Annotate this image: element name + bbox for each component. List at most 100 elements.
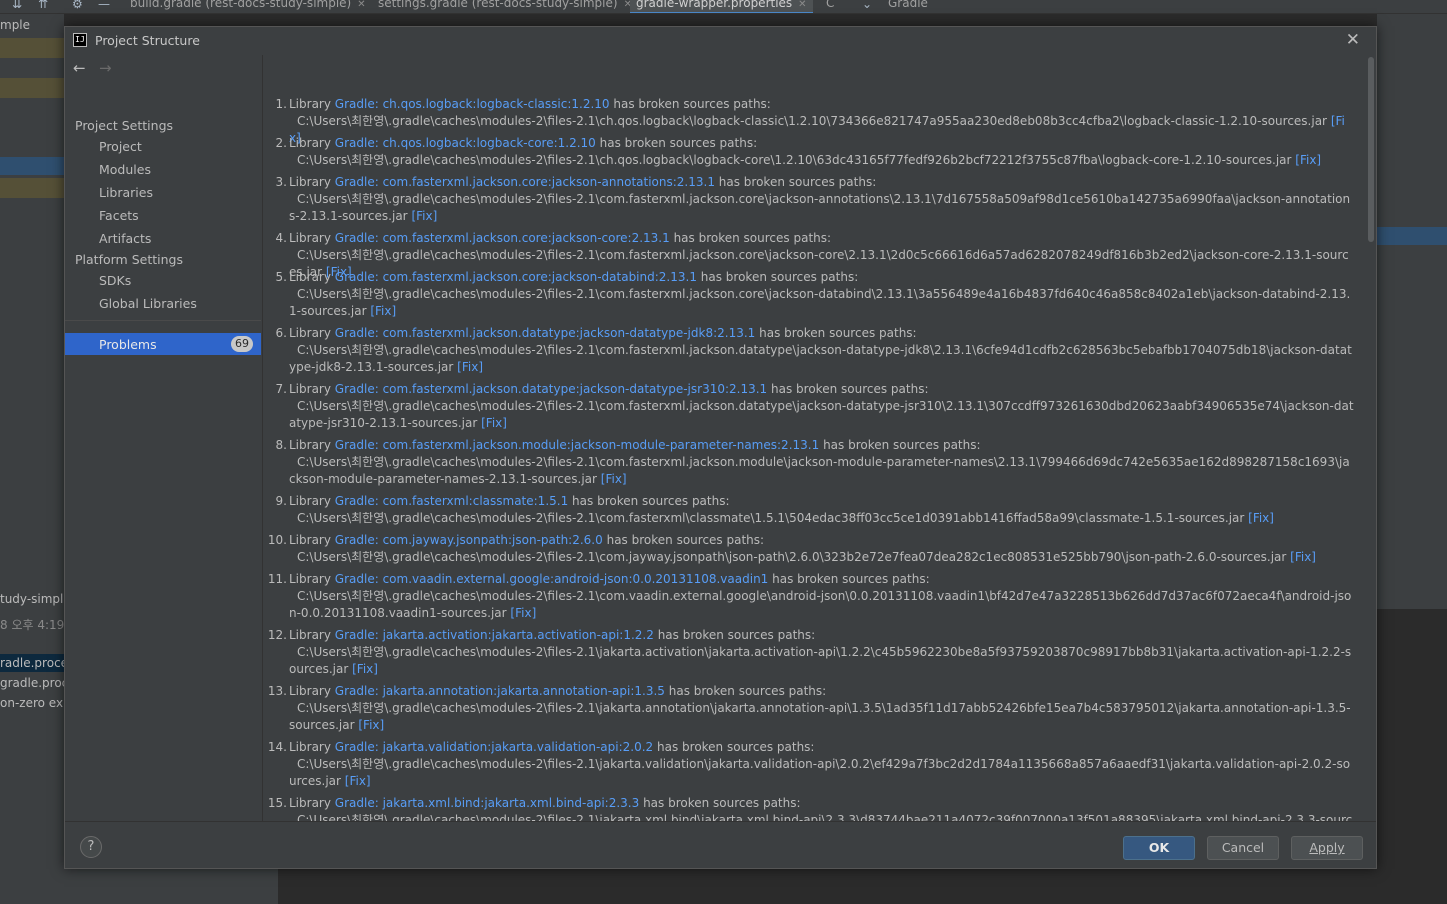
problem-suffix: has broken sources paths:: [643, 796, 801, 810]
dialog-title: Project Structure: [95, 33, 200, 48]
close-icon[interactable]: ✕: [1346, 30, 1360, 50]
fix-link[interactable]: [Fix]: [510, 606, 536, 620]
library-link[interactable]: Gradle: com.vaadin.external.google:andro…: [335, 572, 769, 586]
sidebar-item-sdks[interactable]: SDKs: [99, 273, 131, 288]
library-link[interactable]: Gradle: com.fasterxml.jackson.core:jacks…: [335, 270, 697, 284]
gradle-panel-title: Gradle: [888, 0, 928, 10]
problem-description: Library Gradle: com.jayway.jsonpath:json…: [289, 532, 764, 549]
problem-description: Library Gradle: com.fasterxml.jackson.co…: [289, 269, 858, 286]
library-link[interactable]: Gradle: com.jayway.jsonpath:json-path:2.…: [335, 533, 603, 547]
library-link[interactable]: Gradle: jakarta.annotation:jakarta.annot…: [335, 684, 665, 698]
problem-suffix: has broken sources paths:: [572, 494, 730, 508]
broken-path: C:\Users\최한영\.gradle\caches\modules-2\fi…: [289, 398, 1354, 432]
problem-prefix: Library: [289, 740, 331, 754]
library-link[interactable]: Gradle: ch.qos.logback:logback-classic:1…: [335, 97, 610, 111]
library-link[interactable]: Gradle: jakarta.validation:jakarta.valid…: [335, 740, 653, 754]
library-link[interactable]: Gradle: jakarta.activation:jakarta.activ…: [335, 628, 654, 642]
fix-link[interactable]: [Fix]: [352, 662, 378, 676]
problem-number: 1.: [275, 97, 287, 111]
vertical-scrollbar[interactable]: [1366, 55, 1376, 821]
fix-link[interactable]: [Fix]: [411, 209, 437, 223]
problem-description: Library Gradle: jakarta.xml.bind:jakarta…: [289, 795, 801, 812]
minimize-icon[interactable]: —: [98, 0, 110, 11]
back-arrow-icon[interactable]: ←: [73, 59, 86, 77]
fix-link[interactable]: [Fix]: [1295, 153, 1321, 167]
problem-number: 7.: [275, 382, 287, 396]
problem-description: Library Gradle: ch.qos.logback:logback-c…: [289, 96, 771, 113]
problem-description: Library Gradle: jakarta.annotation:jakar…: [289, 683, 826, 700]
path-text: C:\Users\최한영\.gradle\caches\modules-2\fi…: [289, 399, 1354, 430]
broken-path: C:\Users\최한영\.gradle\caches\modules-2\fi…: [289, 454, 1354, 488]
dialog-footer: ? OK Cancel Apply: [65, 821, 1376, 868]
problem-suffix: has broken sources paths:: [759, 326, 917, 340]
problem-suffix: has broken sources paths:: [668, 684, 827, 698]
path-text: C:\Users\최한영\.gradle\caches\modules-2\fi…: [289, 455, 1350, 486]
help-button[interactable]: ?: [80, 836, 102, 858]
sidebar-item-problems[interactable]: Problems 69: [65, 333, 261, 355]
library-link[interactable]: Gradle: com.fasterxml.jackson.module:jac…: [335, 438, 819, 452]
broken-path: C:\Users\최한영\.gradle\caches\modules-2\fi…: [289, 700, 1354, 734]
sidebar-item-artifacts[interactable]: Artifacts: [99, 231, 151, 246]
fix-link[interactable]: [Fix]: [345, 774, 371, 788]
fix-link[interactable]: [Fix]: [1248, 511, 1274, 525]
sidebar-item-project[interactable]: Project: [99, 139, 142, 154]
problem-number: 3.: [275, 175, 287, 189]
problem-number: 9.: [275, 494, 287, 508]
scrollbar-thumb[interactable]: [1368, 57, 1374, 242]
library-link[interactable]: Gradle: com.fasterxml:classmate:1.5.1: [335, 494, 568, 508]
tab-settings-gradle[interactable]: settings.gradle (rest-docs-study-simple)…: [372, 0, 638, 13]
scroll-from-source-icon[interactable]: ⇊: [12, 0, 22, 11]
tab-other[interactable]: C: [820, 0, 840, 13]
problem-number: 13.: [267, 684, 287, 698]
problem-prefix: Library: [289, 684, 331, 698]
collapse-all-icon[interactable]: ⇈: [38, 0, 48, 11]
chevron-down-icon[interactable]: ⌄: [862, 0, 872, 11]
library-link[interactable]: Gradle: ch.qos.logback:logback-core:1.2.…: [335, 136, 596, 150]
editor-area: [1377, 609, 1447, 904]
library-link[interactable]: Gradle: jakarta.xml.bind:jakarta.xml.bin…: [335, 796, 639, 810]
problem-suffix: has broken sources paths:: [657, 628, 816, 642]
close-icon[interactable]: ✕: [798, 0, 806, 10]
fix-link[interactable]: [Fix]: [457, 360, 483, 374]
library-link[interactable]: Gradle: com.fasterxml.jackson.core:jacks…: [335, 175, 715, 189]
problem-prefix: Library: [289, 270, 331, 284]
sidebar-item-libraries[interactable]: Libraries: [99, 185, 153, 200]
intellij-logo-icon: IJ: [73, 33, 87, 47]
close-icon[interactable]: ✕: [357, 0, 365, 10]
fix-link[interactable]: [Fix]: [1290, 550, 1316, 564]
tree-text: mple: [0, 18, 31, 32]
fix-link[interactable]: [Fix]: [370, 304, 396, 318]
ok-button[interactable]: OK: [1123, 836, 1195, 860]
problems-label: Problems: [99, 337, 157, 352]
run-config-name[interactable]: tudy-simple: [0, 592, 64, 606]
problem-prefix: Library: [289, 382, 331, 396]
library-link[interactable]: Gradle: com.fasterxml.jackson.datatype:j…: [335, 326, 756, 340]
problem-prefix: Library: [289, 136, 331, 150]
path-text: C:\Users\최한영\.gradle\caches\modules-2\fi…: [289, 645, 1352, 676]
cancel-button[interactable]: Cancel: [1207, 836, 1279, 860]
apply-button[interactable]: Apply: [1291, 836, 1363, 860]
problem-prefix: Library: [289, 326, 331, 340]
broken-path: C:\Users\최한영\.gradle\caches\modules-2\fi…: [289, 191, 1354, 225]
problem-number: 10.: [267, 533, 287, 547]
problem-number: 15.: [267, 796, 287, 810]
problem-description: Library Gradle: com.fasterxml.jackson.co…: [289, 174, 876, 191]
problem-description: Library Gradle: com.fasterxml:classmate:…: [289, 493, 730, 510]
problem-description: Library Gradle: com.fasterxml.jackson.mo…: [289, 437, 981, 454]
tab-gradle-wrapper-properties[interactable]: gradle-wrapper.properties ✕: [630, 0, 813, 13]
sidebar-item-facets[interactable]: Facets: [99, 208, 139, 223]
path-text: C:\Users\최한영\.gradle\caches\modules-2\fi…: [297, 511, 1245, 525]
library-link[interactable]: Gradle: com.fasterxml.jackson.datatype:j…: [335, 382, 767, 396]
sidebar-item-modules[interactable]: Modules: [99, 162, 151, 177]
problem-suffix: has broken sources paths:: [718, 175, 877, 189]
fix-link[interactable]: [Fix]: [358, 718, 384, 732]
library-link[interactable]: Gradle: com.fasterxml.jackson.core:jacks…: [335, 231, 670, 245]
sidebar-item-global-libraries[interactable]: Global Libraries: [99, 296, 197, 311]
tab-build-gradle[interactable]: build.gradle (rest-docs-study-simple) ✕: [124, 0, 372, 13]
fix-link[interactable]: [Fix]: [481, 416, 507, 430]
path-text: C:\Users\최한영\.gradle\caches\modules-2\fi…: [289, 757, 1351, 788]
highlight-row: [0, 78, 64, 98]
fix-link[interactable]: [Fix]: [601, 472, 627, 486]
gear-icon[interactable]: ⚙: [72, 0, 83, 11]
problem-suffix: has broken sources paths:: [700, 270, 859, 284]
